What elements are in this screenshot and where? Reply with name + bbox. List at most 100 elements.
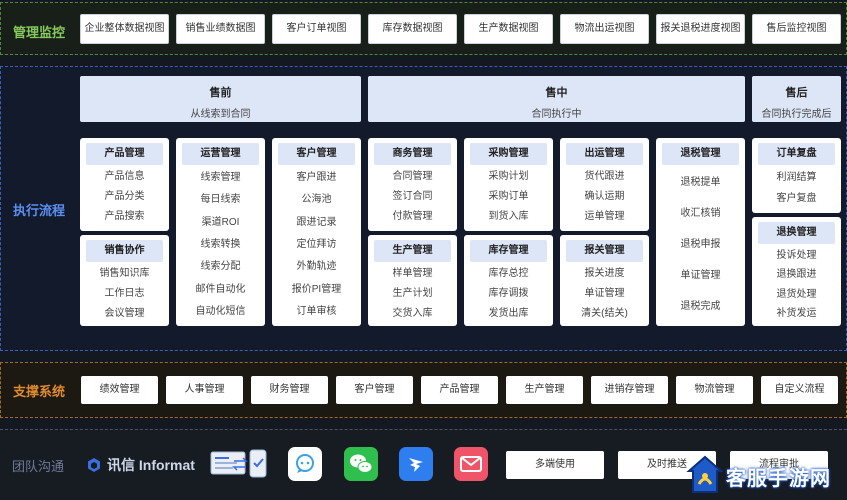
- email-icon[interactable]: [454, 447, 488, 481]
- card-item[interactable]: 公海池: [272, 193, 361, 207]
- card-item[interactable]: 线索转换: [176, 238, 265, 252]
- monitor-band: 管理监控 企业整体数据视图 销售业绩数据图 客户订单视图 库存数据视图 生产数据…: [0, 2, 847, 55]
- card-item[interactable]: 补货发运: [752, 307, 841, 321]
- card-item[interactable]: 每日线索: [176, 193, 265, 207]
- support-btn-customer[interactable]: 客户管理: [336, 376, 413, 404]
- watermark: 客服手游网: [686, 452, 847, 500]
- card-item[interactable]: 工作日志: [80, 287, 169, 301]
- card-operations[interactable]: 运营管理 线索管理 每日线索 渠道ROI 线索转换 线索分配 邮件自动化 自动化…: [176, 138, 265, 326]
- multi-device-button[interactable]: 多端使用: [506, 451, 604, 479]
- card-item[interactable]: 库存总控: [464, 267, 553, 281]
- card-item[interactable]: 清关(结关): [560, 307, 649, 321]
- card-shipping[interactable]: 出运管理 货代跟进 确认运期 运单管理: [560, 138, 649, 231]
- card-title: 退税管理: [662, 143, 739, 165]
- support-btn-hr[interactable]: 人事管理: [166, 376, 243, 404]
- card-item[interactable]: 退税完成: [656, 300, 745, 314]
- card-item[interactable]: 定位拜访: [272, 238, 361, 252]
- card-item[interactable]: 销售知识库: [80, 267, 169, 281]
- chat-bubble-icon[interactable]: [288, 447, 322, 481]
- card-item[interactable]: 会议管理: [80, 307, 169, 321]
- monitor-btn-aftersales[interactable]: 售后监控视图: [752, 14, 841, 44]
- monitor-btn-production[interactable]: 生产数据视图: [464, 14, 553, 44]
- support-btn-logistics[interactable]: 物流管理: [676, 376, 753, 404]
- monitor-btn-logistics[interactable]: 物流出运视图: [560, 14, 649, 44]
- watermark-house-icon: [686, 455, 724, 493]
- card-item[interactable]: 确认运期: [560, 190, 649, 204]
- card-item[interactable]: 库存调拨: [464, 287, 553, 301]
- card-title: 运营管理: [182, 143, 259, 165]
- card-item[interactable]: 报价PI管理: [272, 283, 361, 297]
- phase-presales: 售前 从线索到合同: [80, 76, 361, 122]
- card-title: 客户管理: [278, 143, 355, 165]
- card-item[interactable]: 样单管理: [368, 267, 457, 281]
- card-purchase[interactable]: 采购管理 采购计划 采购订单 到货入库: [464, 138, 553, 231]
- card-inventory[interactable]: 库存管理 库存总控 库存调拨 发货出库: [464, 235, 553, 326]
- card-item[interactable]: 退税申报: [656, 238, 745, 252]
- monitor-btn-enterprise[interactable]: 企业整体数据视图: [80, 14, 169, 44]
- card-order-review[interactable]: 订单复盘 利润结算 客户复盘: [752, 138, 841, 213]
- card-item[interactable]: 渠道ROI: [176, 216, 265, 230]
- card-item[interactable]: 自动化短信: [176, 305, 265, 319]
- card-item[interactable]: 线索管理: [176, 171, 265, 185]
- card-customer[interactable]: 客户管理 客户跟进 公海池 跟进记录 定位拜访 外勤轨迹 报价PI管理 订单审核: [272, 138, 361, 326]
- card-item[interactable]: 合同管理: [368, 170, 457, 184]
- support-btn-performance[interactable]: 绩效管理: [81, 376, 158, 404]
- card-item[interactable]: 产品搜索: [80, 210, 169, 224]
- card-item[interactable]: 利润结算: [752, 171, 841, 185]
- card-item[interactable]: 退税提单: [656, 176, 745, 190]
- monitor-btn-sales[interactable]: 销售业绩数据图: [176, 14, 265, 44]
- card-title: 生产管理: [374, 240, 451, 262]
- monitor-btn-inventory[interactable]: 库存数据视图: [368, 14, 457, 44]
- card-returns[interactable]: 退换管理 投诉处理 退换跟进 退货处理 补货发运: [752, 217, 841, 326]
- phase-insales: 售中 合同执行中: [368, 76, 745, 122]
- support-btn-product[interactable]: 产品管理: [421, 376, 498, 404]
- card-item[interactable]: 退换跟进: [752, 268, 841, 282]
- card-production[interactable]: 生产管理 样单管理 生产计划 交货入库: [368, 235, 457, 326]
- card-title: 出运管理: [566, 143, 643, 165]
- wechat-icon[interactable]: [344, 447, 378, 481]
- card-title: 库存管理: [470, 240, 547, 262]
- card-item[interactable]: 投诉处理: [752, 249, 841, 263]
- card-item[interactable]: 采购计划: [464, 170, 553, 184]
- card-item[interactable]: 采购订单: [464, 190, 553, 204]
- card-item[interactable]: 运单管理: [560, 210, 649, 224]
- card-customs[interactable]: 报关管理 报关进度 单证管理 清关(结关): [560, 235, 649, 326]
- card-item[interactable]: 生产计划: [368, 287, 457, 301]
- card-sales-collab[interactable]: 销售协作 销售知识库 工作日志 会议管理: [80, 235, 169, 326]
- card-tax-refund[interactable]: 退税管理 退税提单 收汇核销 退税申报 单证管理 退税完成: [656, 138, 745, 326]
- support-btn-production[interactable]: 生产管理: [506, 376, 583, 404]
- card-title: 商务管理: [374, 143, 451, 165]
- card-item[interactable]: 货代跟进: [560, 170, 649, 184]
- card-item[interactable]: 产品分类: [80, 190, 169, 204]
- card-product[interactable]: 产品管理 产品信息 产品分类 产品搜索: [80, 138, 169, 231]
- dingtalk-icon[interactable]: [399, 447, 433, 481]
- phase-title: 售前: [209, 87, 232, 99]
- card-item[interactable]: 订单审核: [272, 305, 361, 319]
- card-item[interactable]: 单证管理: [560, 287, 649, 301]
- card-item[interactable]: 到货入库: [464, 210, 553, 224]
- card-item[interactable]: 退货处理: [752, 288, 841, 302]
- card-item[interactable]: 报关进度: [560, 267, 649, 281]
- support-btn-custom-flow[interactable]: 自定义流程: [761, 376, 838, 404]
- card-item[interactable]: 发货出库: [464, 307, 553, 321]
- card-item[interactable]: 单证管理: [656, 269, 745, 283]
- card-item[interactable]: 外勤轨迹: [272, 260, 361, 274]
- card-item[interactable]: 产品信息: [80, 170, 169, 184]
- card-item[interactable]: 客户复盘: [752, 192, 841, 206]
- card-item[interactable]: 签订合同: [368, 190, 457, 204]
- card-item[interactable]: 邮件自动化: [176, 283, 265, 297]
- monitor-btn-orders[interactable]: 客户订单视图: [272, 14, 361, 44]
- card-item[interactable]: 收汇核销: [656, 207, 745, 221]
- monitor-btn-customs[interactable]: 报关退税进度视图: [656, 14, 745, 44]
- informat-logo-icon: [88, 458, 100, 472]
- phase-subtitle: 从线索到合同: [190, 109, 251, 120]
- card-item[interactable]: 线索分配: [176, 260, 265, 274]
- card-business[interactable]: 商务管理 合同管理 签订合同 付款管理: [368, 138, 457, 231]
- support-btn-finance[interactable]: 财务管理: [251, 376, 328, 404]
- card-item[interactable]: 交货入库: [368, 307, 457, 321]
- phase-title: 售中: [545, 87, 568, 99]
- support-btn-inventory[interactable]: 进销存管理: [591, 376, 668, 404]
- card-item[interactable]: 跟进记录: [272, 216, 361, 230]
- card-item[interactable]: 客户跟进: [272, 171, 361, 185]
- card-item[interactable]: 付款管理: [368, 210, 457, 224]
